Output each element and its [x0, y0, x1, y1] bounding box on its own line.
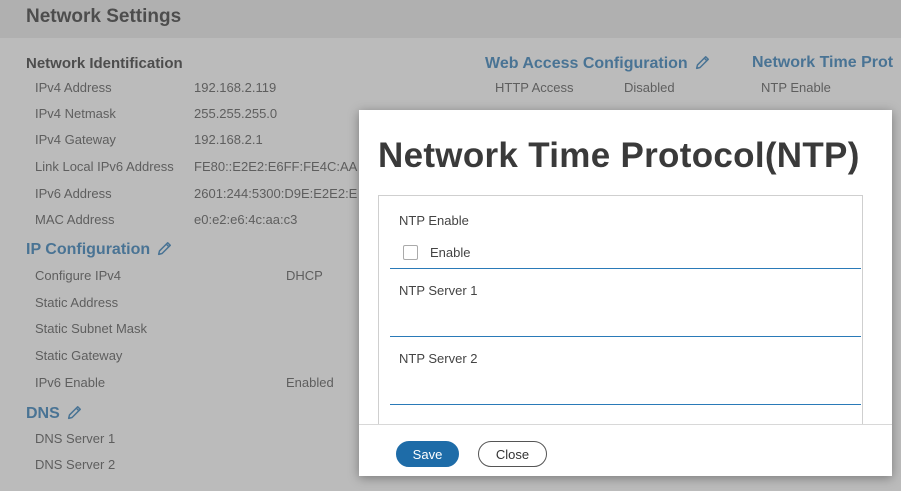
enable-checkbox-label[interactable]: Enable: [430, 245, 470, 260]
ntp-enable-label: NTP Enable: [399, 213, 469, 228]
ntp-server-2-label: NTP Server 2: [399, 351, 478, 366]
modal-title: Network Time Protocol(NTP): [378, 136, 860, 175]
ntp-server-2-underline: [390, 404, 861, 405]
ntp-server-1-input[interactable]: [399, 309, 839, 331]
save-button[interactable]: Save: [396, 441, 459, 467]
ntp-server-1-label: NTP Server 1: [399, 283, 478, 298]
ntp-server-2-input[interactable]: [399, 377, 839, 399]
modal-form: NTP Enable Enable NTP Server 1 NTP Serve…: [378, 195, 863, 424]
ntp-modal: Network Time Protocol(NTP) NTP Enable En…: [359, 110, 892, 476]
close-button[interactable]: Close: [478, 441, 547, 467]
enable-checkbox[interactable]: [403, 245, 418, 260]
ntp-enable-divider: [390, 268, 861, 269]
ntp-server-1-underline: [390, 336, 861, 337]
modal-footer-divider: [359, 424, 892, 425]
